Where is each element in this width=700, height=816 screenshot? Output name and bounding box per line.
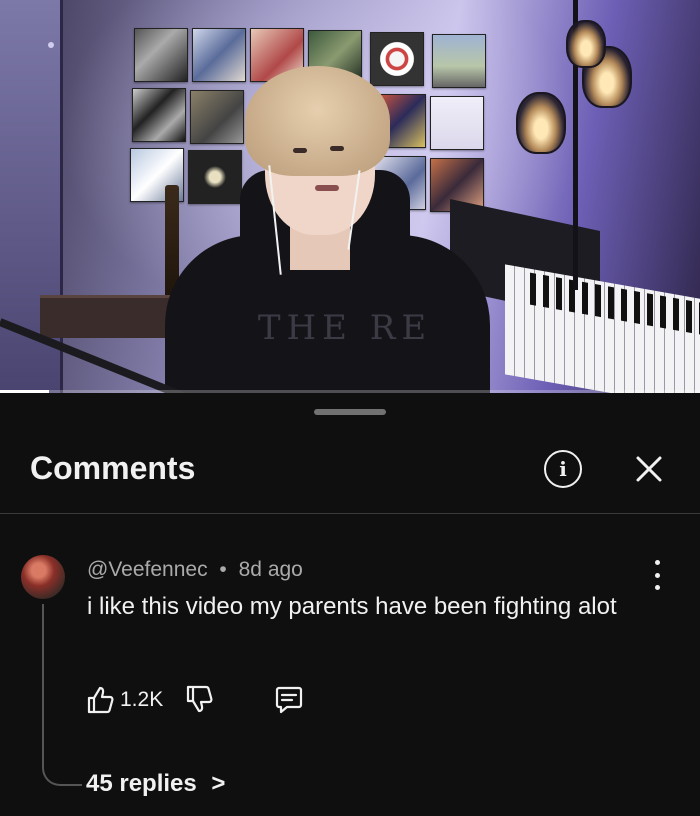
comments-sheet: Comments i @Veefennec • 8d ago i like th… [0,396,700,816]
thumbs-down-icon [186,685,213,713]
album-poster [132,88,186,142]
door-knob [48,42,54,48]
thread-connector [42,604,82,786]
view-replies-link[interactable]: 45 replies > [86,770,225,798]
more-vertical-icon[interactable] [646,560,668,590]
video-progress-fill [0,390,49,393]
drag-handle[interactable] [314,409,386,415]
comment-meta: @Veefennec • 8d ago [87,558,303,582]
comments-title: Comments [30,450,196,486]
person-eye [330,146,344,151]
album-poster [192,28,246,82]
album-poster [188,150,242,204]
header-divider [0,513,700,514]
info-icon[interactable]: i [544,450,582,488]
meta-separator: • [219,558,227,581]
person-mouth [315,185,339,191]
thumbs-up-icon [87,686,114,714]
video-progress-bar[interactable] [0,390,700,393]
person-eye [293,148,307,153]
album-poster [134,28,188,82]
shirt-print: THE RE [257,308,433,348]
pendant-lamp [516,92,566,154]
reply-comment-icon [275,686,303,714]
comment-author[interactable]: @Veefennec [87,558,208,581]
replies-count: 45 replies [86,770,197,797]
person-hair [245,66,390,176]
album-poster [430,96,484,150]
reply-button[interactable] [274,685,304,715]
like-button[interactable]: 1.2K [86,683,166,717]
comment-timestamp: 8d ago [238,558,303,581]
comment-text: i like this video my parents have been f… [87,593,617,620]
dislike-button[interactable] [185,683,215,717]
video-player[interactable]: THE RE [0,0,700,393]
album-poster [190,90,244,144]
chevron-right-icon: > [211,770,226,797]
album-poster [370,32,424,86]
album-poster [432,34,486,88]
pendant-lamp [566,20,606,68]
like-count: 1.2K [120,688,164,711]
avatar[interactable] [21,555,65,599]
close-icon[interactable] [630,450,668,488]
